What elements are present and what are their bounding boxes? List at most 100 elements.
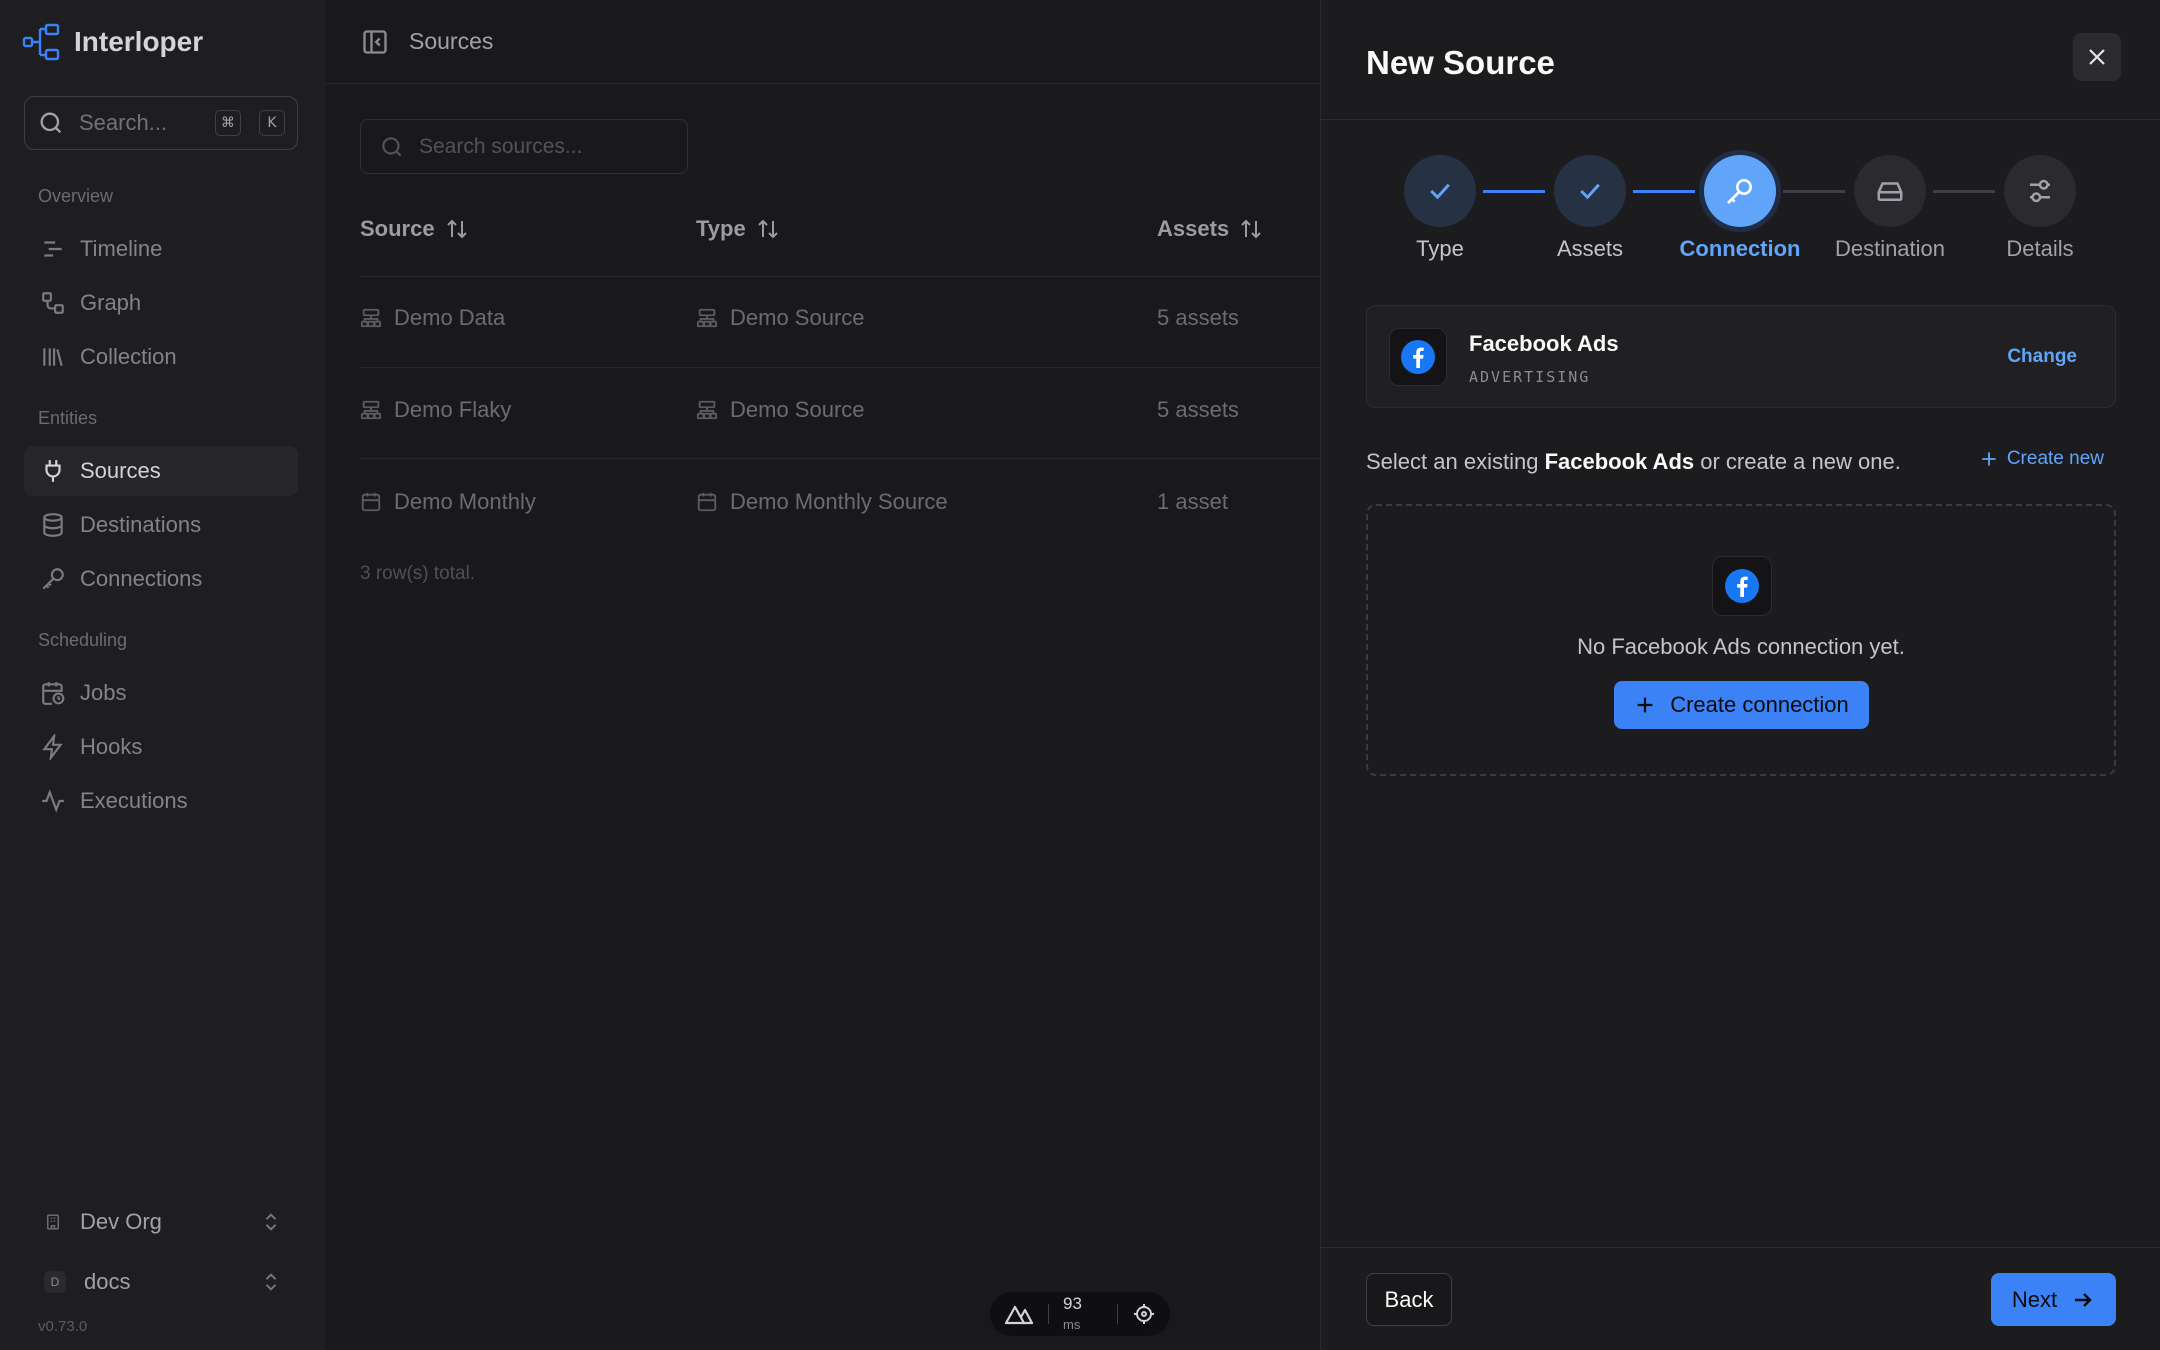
search-placeholder: Search sources... (419, 134, 583, 158)
sort-icon (445, 217, 469, 241)
sort-icon (1239, 217, 1263, 241)
drawer-footer: Back Next (1321, 1247, 2160, 1350)
library-icon (40, 344, 66, 370)
nuxt-logo-icon (1004, 1303, 1034, 1325)
step-type[interactable] (1404, 155, 1476, 227)
create-connection-label: Create connection (1670, 692, 1849, 717)
column-label: Type (696, 216, 746, 241)
table-row-assets-cell: 1 asset (1157, 489, 1228, 514)
activity-icon (40, 788, 66, 814)
search-icon (379, 134, 405, 160)
step-connector (1633, 190, 1695, 193)
divider (360, 276, 1320, 277)
source-type: Demo Source (730, 397, 865, 422)
interloper-logo-icon (22, 22, 62, 62)
sidebar-item-destinations[interactable]: Destinations (24, 500, 298, 550)
step-label: Details (2006, 236, 2074, 261)
selected-source-category: ADVERTISING (1469, 368, 1591, 386)
sidebar-item-connections[interactable]: Connections (24, 554, 298, 604)
chevrons-up-down-icon (260, 1211, 282, 1233)
timeline-icon (40, 236, 66, 262)
perf-unit: ms (1062, 1317, 1081, 1332)
next-button[interactable]: Next (1991, 1273, 2116, 1326)
selected-source-card: Facebook Ads ADVERTISING Change (1366, 305, 2116, 408)
table-row-source-cell[interactable]: Demo Monthly (360, 489, 536, 515)
stepper: Type Assets Connection Destination Detai… (1321, 155, 2160, 265)
step-label: Destination (1834, 236, 1946, 261)
plus-icon (1979, 449, 1999, 469)
sidebar-item-label: Destinations (80, 512, 202, 537)
step-connection[interactable] (1704, 155, 1776, 227)
brand[interactable]: Interloper (22, 22, 203, 62)
sidebar-item-label: Sources (80, 458, 161, 483)
separator (1117, 1304, 1119, 1324)
building-icon (44, 1213, 62, 1231)
change-link[interactable]: Change (2007, 346, 2077, 368)
step-label: Assets (1556, 236, 1624, 261)
table-row-type-cell: Demo Monthly Source (696, 489, 948, 515)
new-source-drawer: New Source Type Assets Connection Destin… (1320, 0, 2160, 1350)
database-icon (40, 512, 66, 538)
column-header-source[interactable]: Source (360, 216, 469, 242)
table-row-assets-cell: 5 assets (1157, 305, 1239, 330)
calendar-clock-icon (40, 680, 66, 706)
workspace-switcher[interactable]: D docs (24, 1257, 298, 1307)
sidebar-item-label: Jobs (80, 680, 127, 705)
check-icon (1575, 176, 1605, 206)
table-row-assets-cell: 5 assets (1157, 397, 1239, 422)
sidebar-item-hooks[interactable]: Hooks (24, 722, 298, 772)
graph-icon (40, 290, 66, 316)
separator (1048, 1304, 1049, 1324)
prompt-suffix: or create a new one. (1700, 449, 1901, 474)
next-label: Next (2011, 1286, 2058, 1312)
check-icon (1425, 176, 1455, 206)
source-name: Demo Monthly (394, 489, 536, 514)
shortcut-k-key: K (259, 110, 285, 136)
step-assets[interactable] (1554, 155, 1626, 227)
perf-indicator[interactable]: 93 ms (990, 1292, 1170, 1336)
rows-total: 3 row(s) total. (360, 563, 476, 584)
sidebar-item-label: Executions (80, 788, 188, 813)
brand-name: Interloper (74, 26, 204, 57)
create-connection-button[interactable]: Create connection (1614, 681, 1869, 729)
drawer-title: New Source (1366, 44, 1555, 81)
global-search[interactable]: Search... ⌘ K (24, 96, 298, 150)
plus-icon (1634, 694, 1656, 716)
sidebar-item-sources[interactable]: Sources (24, 446, 298, 496)
table-row-source-cell[interactable]: Demo Flaky (360, 397, 511, 423)
prompt-name: Facebook Ads (1544, 449, 1695, 474)
sidebar-toggle-icon[interactable] (361, 28, 389, 56)
app-version: v0.73.0 (38, 1318, 88, 1335)
org-switcher[interactable]: Dev Org (24, 1197, 298, 1247)
key-icon (1724, 175, 1756, 207)
connection-prompt: Select an existing Facebook Ads or creat… (1366, 449, 1901, 475)
back-button[interactable]: Back (1366, 1273, 1452, 1326)
perf-readout: 93 ms (1063, 1294, 1103, 1334)
search-icon (37, 109, 65, 137)
chevrons-up-down-icon (260, 1271, 282, 1293)
sidebar-item-timeline[interactable]: Timeline (24, 224, 298, 274)
create-new-link[interactable]: Create new (1979, 448, 2104, 470)
source-name: Demo Data (394, 305, 506, 330)
close-button[interactable] (2073, 33, 2121, 81)
step-details[interactable] (2004, 155, 2076, 227)
source-name: Demo Flaky (394, 397, 512, 422)
source-type: Demo Monthly Source (730, 489, 948, 514)
sitemap-icon (360, 399, 382, 421)
step-destination[interactable] (1854, 155, 1926, 227)
sidebar-item-graph[interactable]: Graph (24, 278, 298, 328)
calendar-icon (696, 491, 718, 513)
page-title: Sources (409, 28, 494, 54)
crosshair-icon[interactable] (1132, 1302, 1156, 1326)
sources-search-input[interactable]: Search sources... (360, 119, 688, 174)
column-header-type[interactable]: Type (696, 216, 780, 242)
table-row-source-cell[interactable]: Demo Data (360, 305, 505, 331)
sidebar-item-label: Timeline (80, 236, 163, 261)
sidebar-item-collection[interactable]: Collection (24, 332, 298, 382)
column-header-assets[interactable]: Assets (1157, 216, 1263, 242)
source-type: Demo Source (730, 305, 865, 330)
sidebar-item-executions[interactable]: Executions (24, 776, 298, 826)
sidebar-item-jobs[interactable]: Jobs (24, 668, 298, 718)
divider (360, 367, 1320, 368)
sliders-icon (2025, 176, 2055, 206)
